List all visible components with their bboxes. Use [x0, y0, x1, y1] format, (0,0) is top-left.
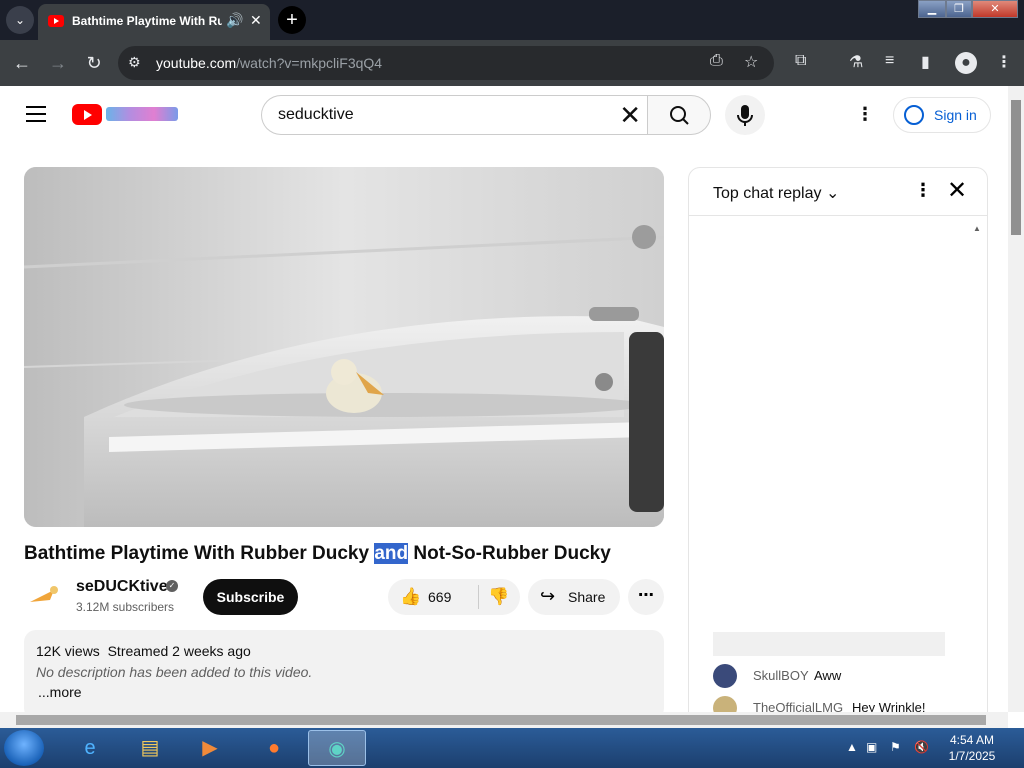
search-icon — [670, 106, 689, 125]
clear-search-icon[interactable]: ✕ — [619, 100, 641, 131]
network-icon[interactable]: ▣ — [866, 740, 877, 754]
install-app-icon[interactable]: ⎙ — [710, 52, 723, 70]
chat-more-icon[interactable]: ⋮ — [914, 180, 932, 201]
internet-explorer-icon[interactable]: e — [62, 730, 118, 766]
like-count[interactable]: 669 — [428, 589, 451, 605]
action-center-flag-icon[interactable]: ⚑ — [890, 740, 901, 754]
browser-tab-active[interactable]: Bathtime Playtime With Ru 🔊 ✕ — [38, 4, 270, 40]
window-close-button[interactable]: ✕ — [972, 0, 1018, 18]
sign-in-button[interactable]: Sign in — [893, 97, 991, 133]
share-label: Share — [568, 589, 606, 605]
youtube-favicon-icon — [48, 15, 64, 27]
view-stats: 12K views Streamed 2 weeks ago — [36, 643, 251, 659]
page-horizontal-scrollbar[interactable] — [0, 712, 1008, 728]
media-player-icon[interactable]: ▶ — [182, 730, 238, 766]
extensions-icon[interactable]: ⧉ — [795, 52, 806, 70]
scroll-up-arrow-icon[interactable]: ▲ — [973, 224, 981, 233]
chat-mode-dropdown[interactable]: Top chat replay ⌄ — [713, 183, 839, 203]
settings-more-icon[interactable]: ⋮ — [856, 104, 874, 125]
video-frame-image — [24, 167, 664, 527]
chat-author[interactable]: TheOfficialLMG — [753, 700, 843, 712]
microphone-icon — [737, 105, 753, 126]
minimize-button[interactable]: ▁ — [918, 0, 946, 18]
chat-avatar[interactable] — [713, 664, 737, 688]
subscriber-count: 3.12M subscribers — [76, 600, 175, 614]
custom-logo-wordmark[interactable] — [106, 107, 178, 121]
chat-message: TheOfficialLMG Hey Wrinkle! — [713, 694, 973, 712]
chat-message-partial — [713, 632, 945, 656]
like-divider — [478, 585, 479, 609]
tab-title: Bathtime Playtime With Ru — [72, 14, 222, 28]
reload-icon[interactable]: ↻ — [81, 50, 107, 76]
account-icon — [904, 105, 924, 125]
chat-close-icon[interactable]: ✕ — [947, 176, 967, 205]
restore-button[interactable]: ❐ — [946, 0, 972, 18]
tab-close-icon[interactable]: ✕ — [250, 12, 262, 29]
speaker-icon[interactable]: 🔊 — [226, 12, 243, 29]
page-vertical-scrollbar[interactable] — [1008, 86, 1024, 712]
url-text[interactable]: youtube.com/watch?v=mkpcliF3qQ4 — [156, 55, 382, 71]
labs-flask-icon[interactable]: ⚗ — [849, 52, 863, 72]
video-player[interactable] — [24, 167, 664, 527]
start-button[interactable] — [4, 730, 44, 766]
share-arrow-icon: ↪ — [540, 586, 556, 606]
scrollbar-thumb[interactable] — [16, 715, 986, 725]
subscribe-button[interactable]: Subscribe — [203, 579, 298, 615]
verified-badge-icon: ✓ — [166, 580, 178, 592]
browser-menu-icon[interactable]: ⋮ — [996, 52, 1012, 72]
chat-header: Top chat replay ⌄ ⋮ ✕ — [689, 168, 987, 216]
chat-author[interactable]: SkullBOY — [753, 668, 809, 683]
voice-search-button[interactable] — [725, 95, 765, 135]
side-panel-icon[interactable]: ▮ — [921, 52, 930, 72]
chevron-down-icon: ⌄ — [825, 185, 840, 202]
browser-title-bar: ⌄ Bathtime Playtime With Ru 🔊 ✕ + ▁ ❐ ✕ — [0, 0, 1024, 40]
sign-in-label: Sign in — [934, 107, 977, 123]
show-hidden-icons-icon[interactable]: ▲ — [846, 740, 858, 754]
chat-message: SkullBOY Aww — [713, 662, 973, 690]
bookmark-star-icon[interactable]: ☆ — [744, 52, 758, 72]
selected-text: and — [374, 543, 409, 564]
chat-avatar[interactable] — [713, 696, 737, 712]
address-bar[interactable]: ⚙ youtube.com/watch?v=mkpcliF3qQ4 ⎙ ☆ — [118, 46, 774, 80]
youtube-logo[interactable] — [72, 104, 102, 125]
active-app-icon[interactable]: ◉ — [308, 730, 366, 766]
share-button[interactable]: ↪ Share — [528, 579, 620, 615]
like-thumb-icon[interactable]: 👍 — [400, 587, 421, 607]
search-button[interactable] — [647, 95, 711, 135]
windows-taskbar: e ▤ ▶ ● ◉ ▲ ▣ ⚑ 🔇 4:54 AM 1/7/2025 — [0, 728, 1024, 768]
duck-avatar-icon — [30, 586, 58, 602]
firefox-icon[interactable]: ● — [246, 730, 302, 766]
chat-text: Aww — [814, 668, 842, 683]
video-title: Bathtime Playtime With Rubber Ducky and … — [24, 543, 611, 564]
search-query[interactable]: seducktive — [278, 106, 354, 124]
volume-muted-icon[interactable]: 🔇 — [914, 740, 929, 754]
search-input[interactable]: seducktive ✕ — [261, 95, 647, 135]
live-chat-panel: Top chat replay ⌄ ⋮ ✕ ▲ SkullBOY Aww The… — [688, 167, 988, 712]
new-tab-button[interactable]: + — [278, 6, 306, 34]
channel-avatar[interactable] — [24, 578, 64, 618]
dislike-thumb-icon[interactable]: 👎 — [488, 587, 509, 607]
media-controls-icon[interactable]: ≡ — [885, 52, 894, 70]
show-more-link[interactable]: ...more — [38, 684, 82, 700]
hamburger-menu-icon[interactable] — [26, 106, 46, 122]
system-clock[interactable]: 4:54 AM 1/7/2025 — [944, 732, 1000, 764]
youtube-page: seducktive ✕ ⋮ Sign in Bathtime Playtime… — [0, 86, 1008, 712]
site-info-icon[interactable]: ⚙ — [128, 54, 141, 71]
forward-arrow-icon[interactable]: → — [45, 50, 71, 76]
description-box[interactable]: 12K views Streamed 2 weeks ago No descri… — [24, 630, 664, 712]
scrollbar-thumb[interactable] — [1011, 100, 1021, 235]
description-text: No description has been added to this vi… — [36, 664, 313, 680]
channel-name[interactable]: seDUCKtive — [76, 578, 168, 596]
tab-search-button[interactable]: ⌄ — [6, 6, 34, 34]
profile-avatar-icon[interactable]: ● — [955, 52, 977, 74]
more-actions-icon[interactable]: ⋯ — [628, 579, 664, 615]
folder-icon[interactable]: ▤ — [122, 730, 178, 766]
chat-text: Hey Wrinkle! — [852, 700, 926, 712]
back-arrow-icon[interactable]: ← — [9, 50, 35, 76]
like-dislike-group: 👍 669 👎 — [388, 579, 520, 615]
